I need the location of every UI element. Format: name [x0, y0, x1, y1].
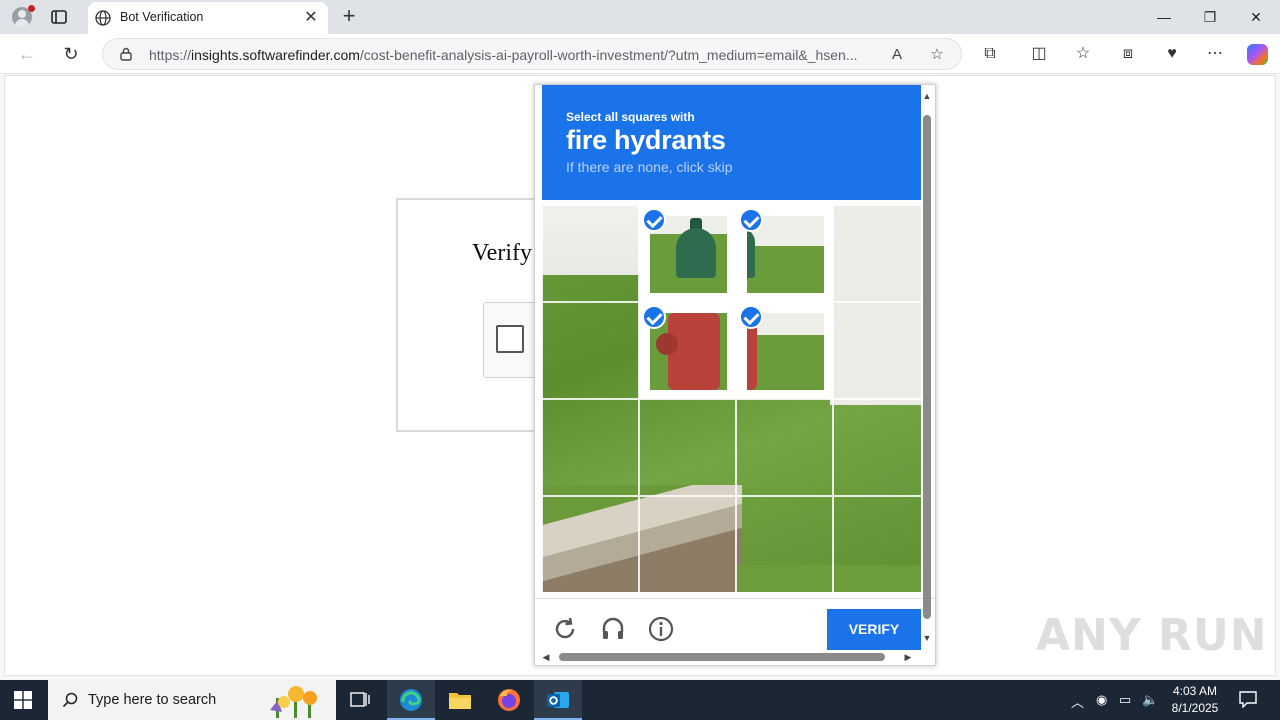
- network-icon[interactable]: ▭: [1119, 692, 1131, 708]
- captcha-tile-selected[interactable]: [639, 205, 736, 302]
- captcha-tile[interactable]: [542, 496, 639, 593]
- url-path: /cost-benefit-analysis-ai-payroll-worth-…: [359, 47, 858, 63]
- url-text[interactable]: https://insights.softwarefinder.com/cost…: [149, 47, 879, 63]
- captcha-tile-selected[interactable]: [736, 302, 833, 399]
- search-highlight-flowers-icon: [270, 686, 317, 718]
- captcha-tile[interactable]: [833, 205, 930, 302]
- taskbar-edge[interactable]: [387, 680, 435, 720]
- anyrun-watermark: ANY RUN: [1036, 610, 1268, 661]
- restore-button[interactable]: ❐: [1198, 6, 1222, 28]
- profile-alert-dot: [28, 5, 35, 12]
- selected-check-icon: [642, 208, 666, 232]
- collections-icon[interactable]: ⧈: [1118, 44, 1138, 64]
- browser-essentials-icon[interactable]: ♥: [1162, 44, 1182, 64]
- edge-icon: [400, 689, 422, 711]
- tab-close-icon[interactable]: ✕: [302, 9, 320, 27]
- windows-start-icon[interactable]: [14, 691, 32, 709]
- minimize-button[interactable]: —: [1152, 6, 1176, 28]
- selected-check-icon: [739, 208, 763, 232]
- info-icon[interactable]: [647, 615, 675, 643]
- new-tab-button[interactable]: +: [338, 5, 360, 27]
- captcha-challenge-popup: Select all squares with fire hydrants If…: [534, 84, 936, 666]
- browser-titlebar: Bot Verification ✕ + — ❐ ✕: [0, 0, 1280, 34]
- captcha-target: fire hydrants: [566, 125, 726, 155]
- captcha-tile-selected[interactable]: [736, 205, 833, 302]
- refresh-button[interactable]: ↻: [60, 43, 82, 65]
- copilot-icon[interactable]: [1247, 44, 1268, 65]
- captcha-tile[interactable]: [736, 496, 833, 593]
- refresh-challenge-icon[interactable]: [551, 615, 579, 643]
- url-scheme: https://: [149, 47, 192, 63]
- tab-actions-icon[interactable]: [50, 8, 68, 26]
- captcha-hint: If there are none, click skip: [566, 159, 733, 175]
- volume-icon[interactable]: 🔈: [1142, 692, 1158, 708]
- task-view-button[interactable]: [336, 680, 384, 720]
- address-bar[interactable]: https://insights.softwarefinder.com/cost…: [102, 38, 962, 70]
- captcha-tile[interactable]: [639, 399, 736, 496]
- search-icon: [62, 692, 78, 708]
- system-clock[interactable]: 4:03 AM 8/1/2025: [1160, 683, 1230, 717]
- hydrant-nozzle: [656, 333, 678, 355]
- taskbar-firefox[interactable]: [485, 680, 533, 720]
- lock-icon[interactable]: [119, 47, 133, 61]
- back-button[interactable]: ←: [16, 43, 38, 65]
- scroll-down-arrow-icon[interactable]: ▼: [922, 633, 932, 643]
- favorite-star-icon[interactable]: ☆: [927, 45, 947, 65]
- green-hydrant-top: [676, 228, 716, 278]
- audio-challenge-icon[interactable]: [599, 615, 627, 643]
- url-host: insights.softwarefinder.com: [191, 47, 360, 63]
- browser-tab-active[interactable]: Bot Verification ✕: [88, 2, 328, 34]
- captcha-instruction: Select all squares with: [566, 110, 695, 124]
- show-hidden-icons-chevron-icon[interactable]: ︿: [1071, 692, 1084, 711]
- captcha-image-grid: [542, 205, 930, 593]
- captcha-checkbox[interactable]: [496, 325, 524, 353]
- captcha-tile[interactable]: [833, 302, 930, 399]
- search-placeholder: Type here to search: [88, 692, 217, 708]
- scroll-right-arrow-icon[interactable]: ▶: [903, 652, 913, 662]
- captcha-tile[interactable]: [833, 399, 930, 496]
- selected-check-icon: [642, 305, 666, 329]
- selected-check-icon: [739, 305, 763, 329]
- horizontal-scrollbar[interactable]: ◀ ▶: [541, 651, 917, 663]
- browser-toolbar: ← ↻ https://insights.softwarefinder.com/…: [0, 34, 1280, 74]
- outlook-icon: [547, 692, 569, 708]
- more-menu-icon[interactable]: ⋯: [1205, 44, 1225, 64]
- taskbar-outlook[interactable]: [534, 680, 582, 720]
- verify-heading: Verify: [472, 240, 532, 266]
- scroll-left-arrow-icon[interactable]: ◀: [541, 652, 551, 662]
- verify-button[interactable]: VERIFY: [827, 609, 921, 650]
- red-hydrant: [668, 313, 720, 390]
- captcha-tile[interactable]: [639, 496, 736, 593]
- captcha-footer-divider: [535, 598, 935, 599]
- meet-now-icon[interactable]: ◉: [1096, 692, 1107, 708]
- window-close-button[interactable]: ✕: [1244, 6, 1268, 28]
- favorites-icon[interactable]: ☆: [1073, 44, 1093, 64]
- horizontal-scroll-thumb[interactable]: [559, 653, 885, 661]
- taskbar-file-explorer[interactable]: [436, 680, 484, 720]
- captcha-tile[interactable]: [542, 302, 639, 399]
- firefox-icon: [498, 689, 520, 711]
- extensions-icon[interactable]: ⧉: [980, 44, 1000, 64]
- scroll-up-arrow-icon[interactable]: ▲: [922, 91, 932, 101]
- windows-taskbar: Type here to search ︿ ◉ ▭ 🔈 4:03 AM 8/1/…: [0, 680, 1280, 720]
- vertical-scrollbar[interactable]: ▲ ▼: [921, 91, 933, 643]
- captcha-tile[interactable]: [542, 205, 639, 302]
- vertical-scroll-thumb[interactable]: [923, 115, 931, 619]
- captcha-tile-selected[interactable]: [639, 302, 736, 399]
- captcha-tile[interactable]: [833, 496, 930, 593]
- clock-date: 8/1/2025: [1171, 701, 1219, 715]
- tab-title: Bot Verification: [120, 10, 204, 24]
- captcha-header: Select all squares with fire hydrants If…: [542, 85, 921, 200]
- notification-center-icon[interactable]: [1238, 690, 1258, 708]
- captcha-tile[interactable]: [542, 399, 639, 496]
- clock-time: 4:03 AM: [1172, 684, 1218, 698]
- taskbar-search-box[interactable]: Type here to search: [48, 680, 336, 720]
- globe-icon: [95, 10, 111, 26]
- read-aloud-icon[interactable]: A: [887, 45, 907, 65]
- green-hydrant-side: [747, 228, 755, 278]
- folder-icon: [449, 693, 471, 709]
- captcha-tile[interactable]: [736, 399, 833, 496]
- task-view-icon: [350, 692, 370, 707]
- split-screen-icon[interactable]: ◫: [1029, 44, 1049, 64]
